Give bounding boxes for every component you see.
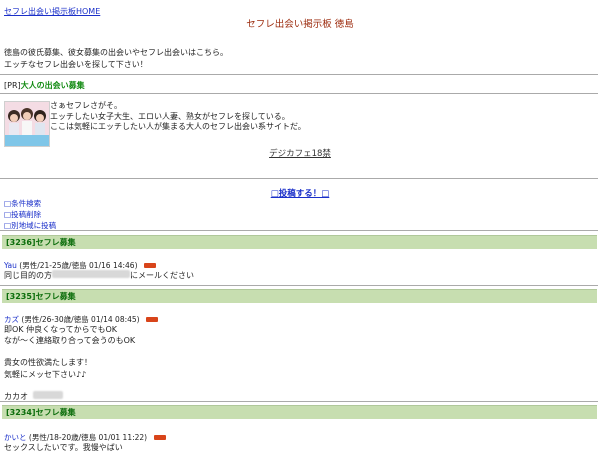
post-text: にメールください xyxy=(130,271,194,280)
intro-line: エッチなセフレ出会いを探して下さい！ xyxy=(4,60,148,69)
poster-name-link[interactable]: かいと xyxy=(4,433,27,442)
poster-name-link[interactable]: カズ xyxy=(4,315,19,324)
post-text: 同じ目的の方 xyxy=(4,271,52,280)
mail-icon[interactable] xyxy=(153,434,166,440)
post-text: 気軽にメッセ下さい♪♪ xyxy=(4,369,87,379)
divider xyxy=(0,230,598,231)
intro-line: 徳島の彼氏募集、彼女募集の出会いやセフレ出会いはこちら。 xyxy=(4,48,228,57)
poster-info: /18-20歳/徳島 01/01 11:22) xyxy=(46,433,148,442)
post-header: [3236]セフレ募集 xyxy=(6,238,76,247)
post-header-bar: [3236]セフレ募集 xyxy=(2,235,597,249)
post-header-bar: [3234]セフレ募集 xyxy=(2,405,597,419)
divider xyxy=(0,93,598,94)
delete-post-link[interactable]: □投稿削除 xyxy=(4,209,56,220)
poster-name-link[interactable]: Yau xyxy=(4,261,17,270)
redacted-text xyxy=(52,270,130,278)
condition-search-link[interactable]: □条件検索 xyxy=(4,198,56,209)
pr-banner-image[interactable] xyxy=(4,101,50,147)
poster-gender: (男性 xyxy=(19,261,38,270)
post-message: セックスしたいです。我慢やばい xyxy=(4,442,123,453)
post-text: カカオ xyxy=(4,391,28,401)
poster-gender: (男性 xyxy=(28,433,47,442)
post-header-bar: [3235]セフレ募集 xyxy=(2,289,597,303)
pr-site-link[interactable]: デジカフェ18禁 xyxy=(0,147,600,159)
intro-text: 徳島の彼氏募集、彼女募集の出会いやセフレ出会いはこちら。 エッチなセフレ出会いを… xyxy=(4,47,228,71)
divider xyxy=(0,178,598,179)
mail-icon[interactable] xyxy=(143,262,156,268)
mail-icon[interactable] xyxy=(146,316,158,322)
poster-gender: (男性 xyxy=(21,315,40,324)
post-text: 即OK 仲良くなってからでもOK xyxy=(4,325,117,334)
pr-banner-graphic xyxy=(5,102,49,146)
post-text: なが～く連絡取り合って会うのもOK xyxy=(4,336,136,346)
pr-prefix: [PR] xyxy=(4,81,21,90)
post-header: [3235]セフレ募集 xyxy=(6,292,76,301)
pr-heading: [PR]大人の出会い募集 xyxy=(4,80,85,91)
divider xyxy=(0,74,598,75)
divider xyxy=(0,401,598,402)
post-message: 即OK 仲良くなってからでもOK なが～く連絡取り合って会うのもOK 貴女の性欲… xyxy=(4,324,135,402)
post-text: セックスしたいです。我慢やばい xyxy=(4,443,123,452)
post-text: 貴女の性欲満たします！ xyxy=(4,358,92,368)
pr-title: 大人の出会い募集 xyxy=(20,81,85,90)
action-menu: □条件検索 □投稿削除 □別地域に投稿 xyxy=(4,198,56,231)
page-title: セフレ出会い掲示板 徳島 xyxy=(246,19,354,30)
post-header: [3234]セフレ募集 xyxy=(6,408,76,417)
redacted-text xyxy=(33,390,64,399)
post-new-button[interactable]: □投稿する！□ xyxy=(0,187,600,199)
pr-description: さぁセフレさがそ。 エッチしたい女子大生、エロい人妻、熟女がセフレを探している。… xyxy=(50,101,306,133)
pr-text-line: さぁセフレさがそ。 xyxy=(50,101,122,110)
pr-text-line: エッチしたい女子大生、エロい人妻、熟女がセフレを探している。 xyxy=(50,111,290,121)
divider xyxy=(0,285,598,286)
post-message: 同じ目的の方 にメールください xyxy=(4,270,194,281)
poster-info: /26-30歳/徳島 01/14 08:45) xyxy=(39,315,140,324)
pr-text-line: ここは気軽にエッチしたい人が集まる大人のセフレ出会い系サイトだ。 xyxy=(50,122,306,131)
poster-info: /21-25歳/徳島 01/16 14:46) xyxy=(37,261,138,270)
